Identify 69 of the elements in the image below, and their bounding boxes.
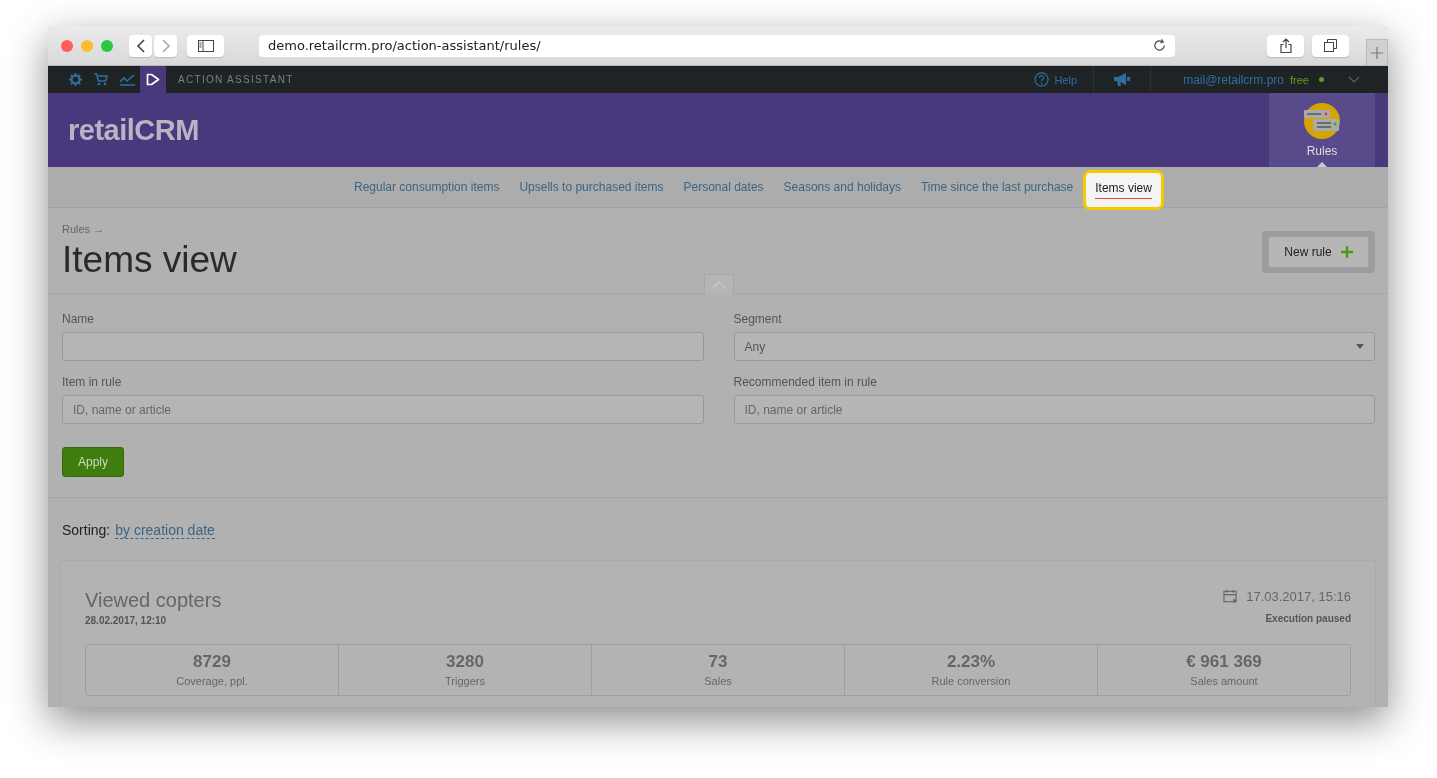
field-label: Recommended item in rule — [733, 375, 878, 389]
breadcrumb-link[interactable]: Rules → — [62, 223, 237, 235]
user-email-link[interactable]: mail@retailcrm.pro — [1183, 72, 1285, 87]
field-label: Name — [62, 312, 95, 326]
reload-icon[interactable] — [1153, 39, 1166, 52]
tabs-button[interactable] — [1312, 34, 1349, 57]
chevron-left-icon — [135, 38, 146, 53]
apply-button[interactable]: Apply — [62, 447, 124, 477]
rule-type-tab[interactable]: Seasons and holidays — [773, 167, 911, 194]
field-label: Item in rule — [62, 375, 123, 389]
app-switch-tab[interactable] — [140, 66, 166, 93]
zoom-button[interactable] — [101, 39, 113, 52]
rule-status: Execution paused — [1265, 613, 1351, 624]
rule-type-tab[interactable]: Regular consumption items — [344, 167, 510, 194]
address-field[interactable]: demo.retailcrm.pro/action-assistant/rules/ — [259, 34, 1175, 57]
rules-icon — [1303, 102, 1341, 140]
sidebar-button[interactable] — [187, 34, 224, 57]
sorting-label: Sorting: — [62, 522, 111, 540]
rule-type-tab[interactable]: Upsells to purchased items — [509, 167, 674, 194]
gear-icon — [68, 73, 82, 86]
caret-icon — [1356, 344, 1364, 349]
stat-value: 3280 — [445, 652, 485, 672]
plan-label: free — [1290, 73, 1309, 86]
help-icon — [1033, 72, 1049, 87]
page-title: Items view — [62, 239, 237, 281]
stat-value: 8729 — [192, 652, 232, 672]
sorting-link[interactable]: by creation date — [115, 522, 215, 539]
new-rule-button[interactable]: New rule — [1268, 236, 1369, 268]
stat-value: € 961 369 — [1185, 652, 1263, 672]
rule-name[interactable]: Viewed copters — [85, 589, 222, 612]
calendar-icon — [1223, 589, 1239, 604]
new-tab-button[interactable] — [1366, 39, 1388, 65]
rule-type-tab[interactable]: Time since the last purchase — [911, 167, 1084, 194]
plus-icon — [1371, 46, 1383, 59]
module-tab[interactable]: Rules — [1269, 93, 1375, 167]
megaphone-icon[interactable] — [1114, 72, 1131, 87]
tabs-icon — [1324, 39, 1337, 52]
field-label: Segment — [733, 312, 783, 326]
execution-date: 17.03.2017, 15:16 — [1246, 589, 1351, 604]
created-date: 28.02.2017, 12:10 — [85, 615, 168, 626]
chevron-right-icon — [160, 38, 171, 53]
input-field[interactable]: ID, name or article — [733, 395, 1375, 424]
play-icon — [146, 73, 160, 86]
close-button[interactable] — [61, 39, 73, 52]
line-chart-icon — [119, 73, 135, 86]
section-title: ACTION ASSISTANT — [178, 74, 294, 85]
collapse-toggle[interactable] — [704, 274, 734, 294]
back-button[interactable] — [129, 34, 152, 57]
select-field[interactable]: Any — [733, 332, 1375, 361]
stat-label: Sales — [703, 675, 733, 687]
input-field[interactable]: ID, name or article — [62, 395, 704, 424]
share-button[interactable] — [1267, 34, 1304, 57]
stat-label: Rule conversion — [930, 675, 1012, 687]
sidebar-icon — [197, 39, 214, 52]
stat-label: Sales amount — [1189, 675, 1259, 687]
plus-icon — [1340, 246, 1353, 258]
cart-icon — [94, 73, 108, 86]
share-icon — [1279, 38, 1292, 53]
input-field[interactable] — [62, 332, 704, 361]
logo[interactable]: retailCRM — [68, 113, 199, 147]
stat-label: Coverage, ppl. — [175, 675, 249, 687]
stat-label: Triggers — [444, 675, 486, 687]
online-status-dot — [1319, 77, 1324, 82]
rule-type-tab[interactable]: Items view — [1083, 170, 1164, 210]
chevron-down-icon[interactable] — [1348, 76, 1360, 83]
help-link[interactable]: Help — [1033, 72, 1078, 87]
stat-value: 73 — [707, 652, 729, 672]
stat-value: 2.23% — [945, 652, 997, 672]
rule-type-tab[interactable]: Personal dates — [673, 167, 774, 194]
